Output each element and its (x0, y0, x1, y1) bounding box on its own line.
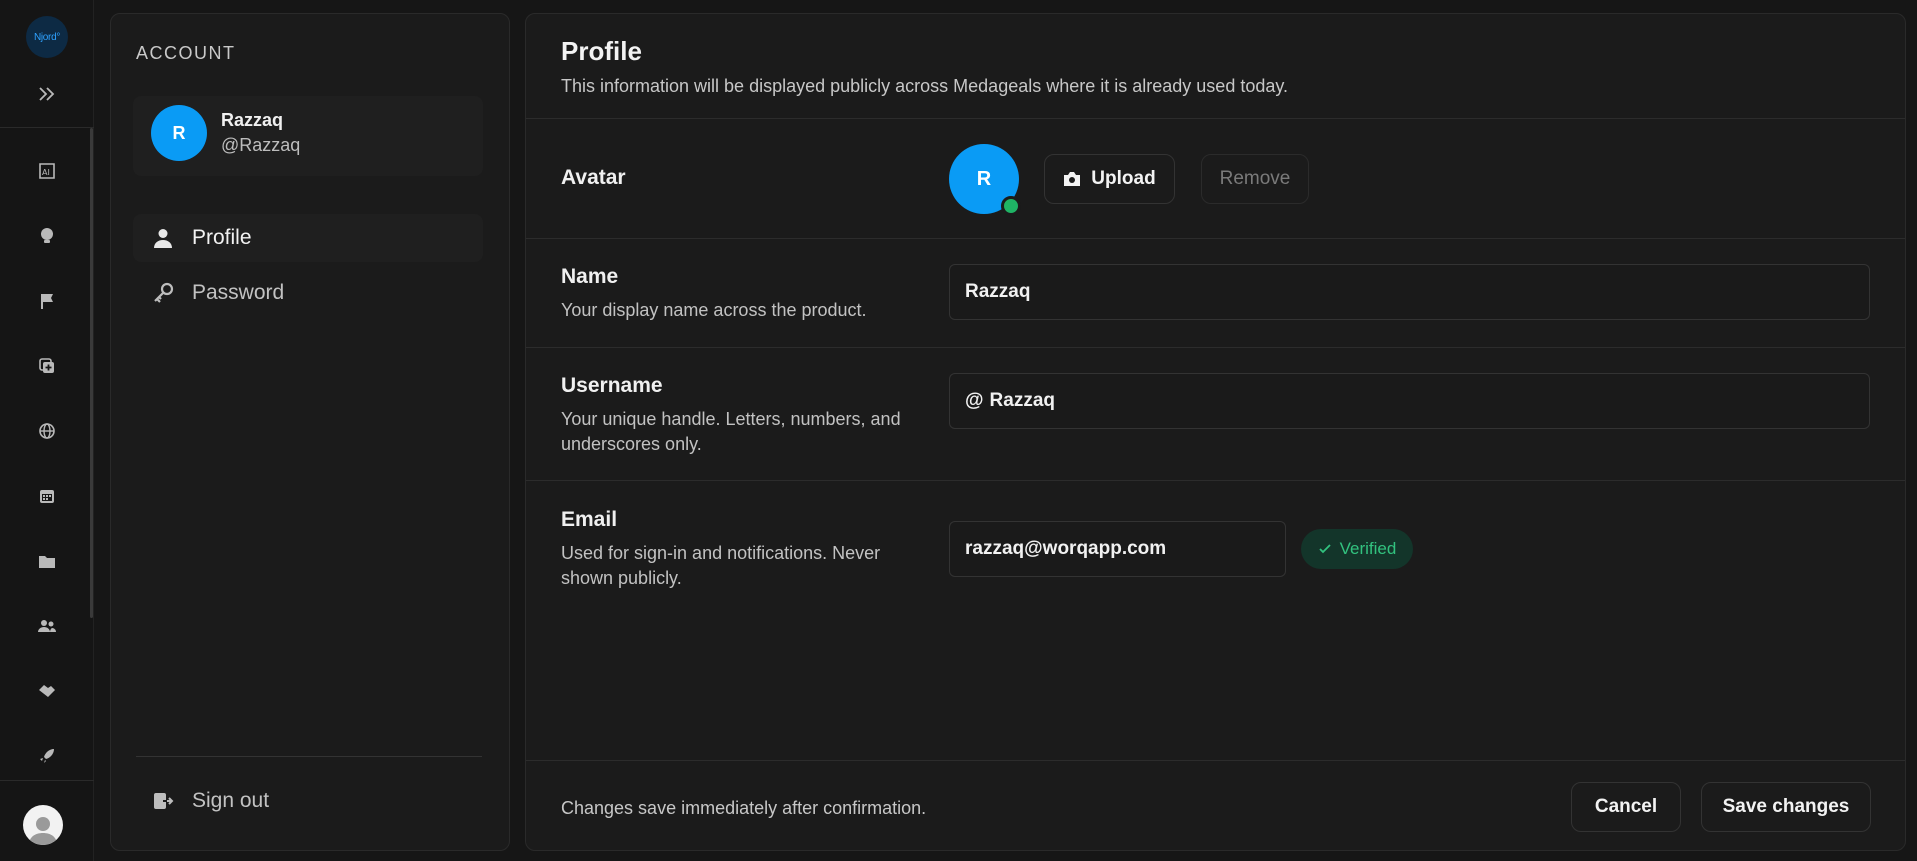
email-label: Email (561, 508, 618, 531)
rail-divider (0, 780, 94, 781)
name-help: Your display name across the product. (561, 300, 867, 320)
account-divider (136, 756, 482, 757)
cancel-label: Cancel (1594, 796, 1658, 817)
username-help: Your unique handle. Letters, numbers, an… (561, 409, 901, 454)
nav-label-password: Password (192, 281, 285, 304)
copy-plus-icon[interactable] (33, 352, 61, 380)
calendar-icon[interactable] (33, 482, 61, 510)
sign-out-button[interactable]: Sign out (133, 777, 483, 825)
globe-icon[interactable] (33, 417, 61, 445)
username-field[interactable]: @ Razzaq (949, 373, 1870, 429)
sign-out-label: Sign out (192, 789, 270, 812)
check-icon (1318, 542, 1332, 556)
account-panel: ACCOUNT R Razzaq @Razzaq Profile Passwor… (110, 13, 510, 851)
name-label: Name (561, 265, 619, 288)
avatar-initial: R (151, 105, 207, 161)
ai-text-icon[interactable]: AI (33, 157, 61, 185)
verified-badge: Verified (1301, 529, 1413, 569)
lightbulb-icon[interactable] (33, 222, 61, 250)
nav-item-password[interactable]: Password (133, 269, 483, 317)
page-subtitle: This information will be displayed publi… (561, 76, 1289, 96)
name-field[interactable]: Razzaq (949, 264, 1870, 320)
section-divider (526, 238, 1905, 239)
section-divider (526, 480, 1905, 481)
key-icon (151, 281, 175, 305)
username-label: Username (561, 374, 663, 397)
users-icon[interactable] (33, 612, 61, 640)
remove-label: Remove (1219, 168, 1291, 189)
user-name: Razzaq (221, 110, 284, 130)
section-divider (526, 347, 1905, 348)
nav-item-profile[interactable]: Profile (133, 214, 483, 262)
page-title: Profile (561, 36, 642, 66)
rail-divider (0, 127, 94, 128)
profile-avatar: R (949, 144, 1021, 216)
online-status-dot (1001, 196, 1021, 216)
upload-button[interactable]: Upload (1044, 154, 1175, 204)
username-prefix: @ (965, 390, 984, 411)
svg-text:AI: AI (42, 168, 50, 177)
icon-rail: Njord° AI (0, 0, 94, 861)
email-help: Used for sign-in and notifications. Neve… (561, 543, 881, 588)
avatar-label: Avatar (561, 166, 626, 189)
section-divider (526, 118, 1905, 119)
footer-note: Changes save immediately after confirmat… (561, 798, 927, 818)
flag-icon[interactable] (33, 287, 61, 315)
rail-scrollbar[interactable] (90, 128, 93, 618)
handshake-icon[interactable] (33, 677, 61, 705)
upload-label: Upload (1091, 168, 1156, 189)
sign-out-icon (151, 789, 175, 813)
save-changes-label: Save changes (1722, 796, 1850, 817)
user-avatar-icon[interactable] (23, 805, 63, 845)
expand-sidebar-icon[interactable] (33, 80, 61, 108)
username-value: Razzaq (989, 390, 1055, 411)
footer-divider (526, 760, 1905, 761)
account-heading: ACCOUNT (136, 43, 236, 63)
name-value: Razzaq (965, 281, 1031, 302)
verified-label: Verified (1339, 539, 1397, 558)
nav-label-profile: Profile (192, 226, 252, 249)
person-icon (151, 226, 175, 250)
rocket-icon[interactable] (33, 742, 61, 770)
email-value: razzaq@worqapp.com (965, 538, 1167, 559)
folder-icon[interactable] (33, 547, 61, 575)
avatar: R (151, 105, 207, 161)
profile-panel: Profile This information will be display… (525, 13, 1906, 851)
camera-icon (1063, 171, 1081, 187)
remove-button[interactable]: Remove (1201, 154, 1309, 204)
app-logo[interactable]: Njord° (26, 16, 68, 58)
save-changes-button[interactable]: Save changes (1701, 782, 1871, 832)
email-field[interactable]: razzaq@worqapp.com (949, 521, 1286, 577)
app: Njord° AI ACCOUNT R Razzaq @Razzaq Profi… (0, 0, 1917, 861)
user-handle: @Razzaq (221, 135, 301, 155)
cancel-button[interactable]: Cancel (1571, 782, 1681, 832)
